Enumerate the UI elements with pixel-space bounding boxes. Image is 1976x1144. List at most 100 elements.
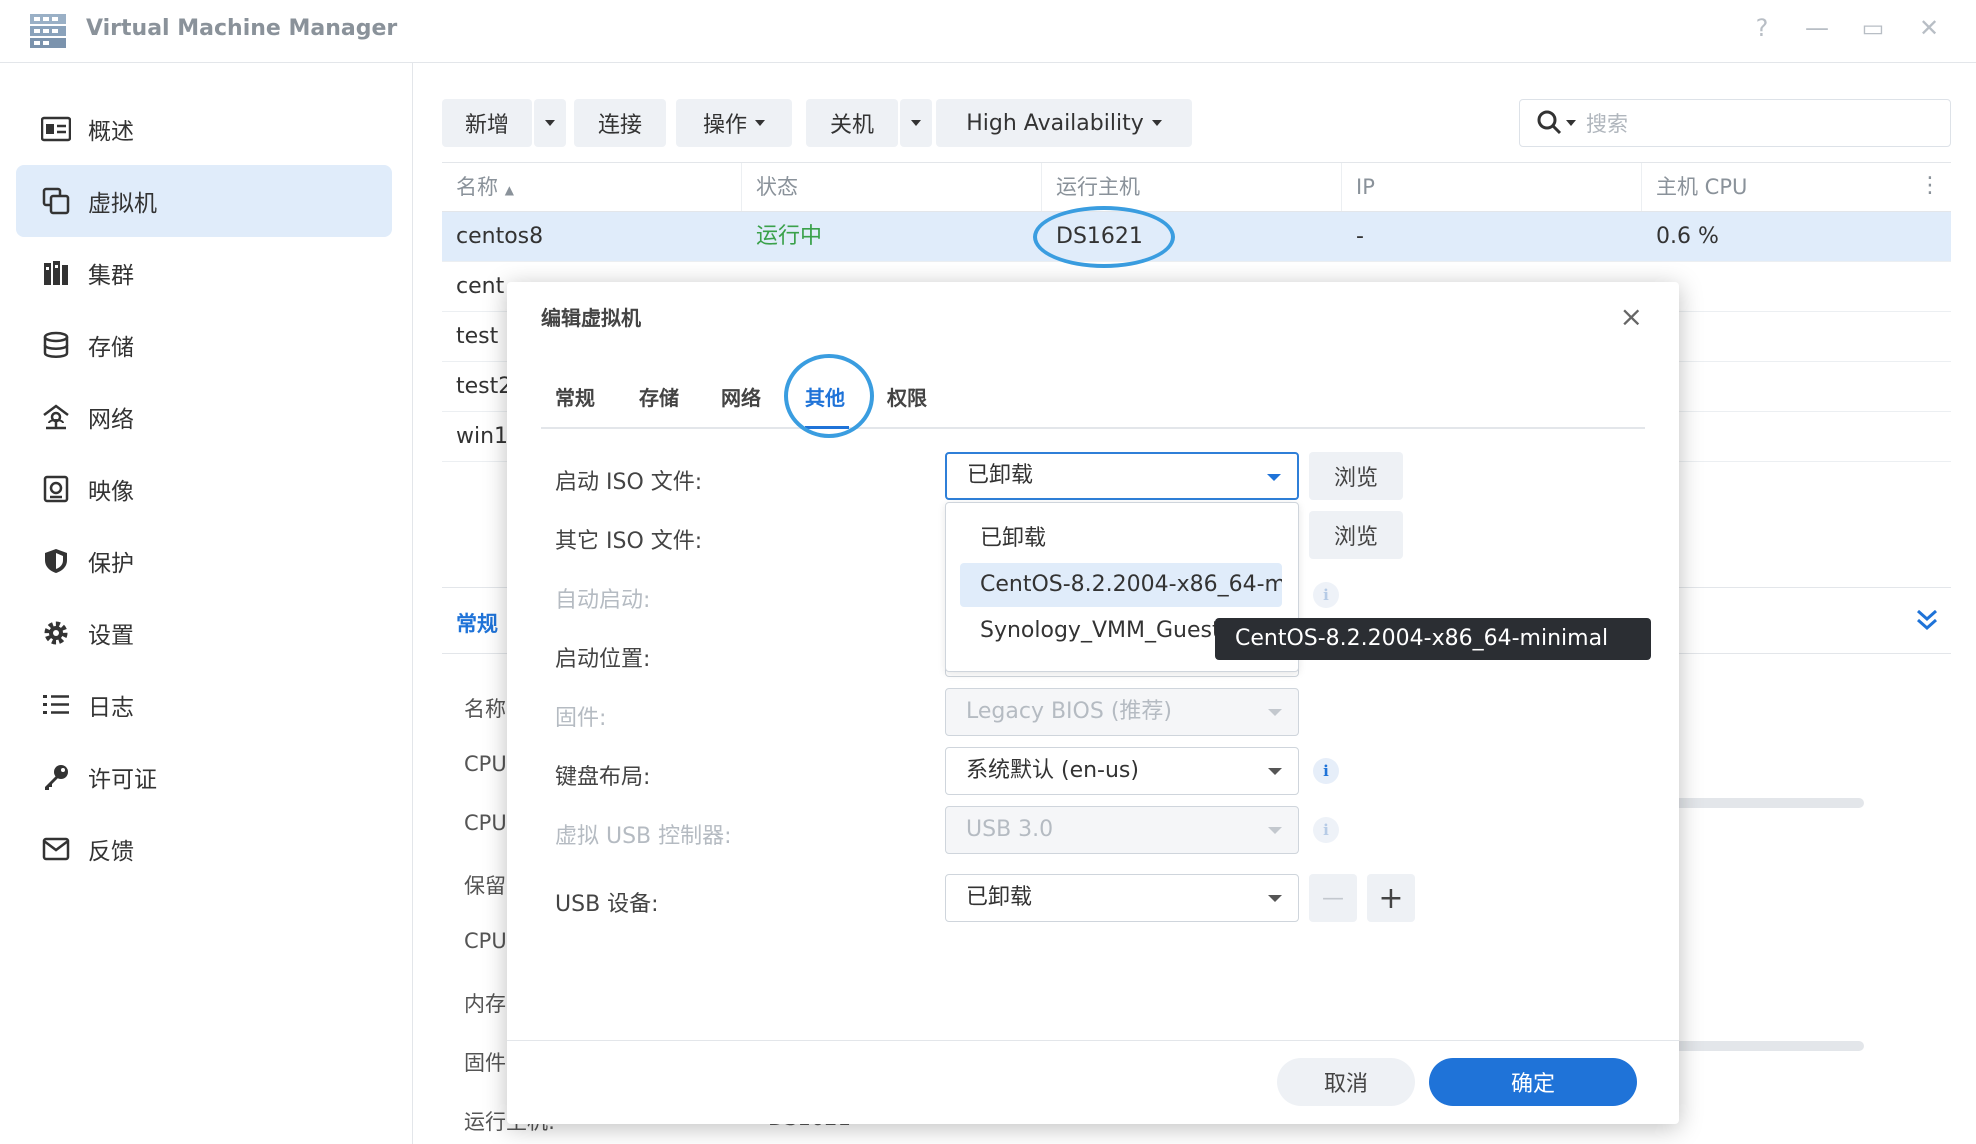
detail-label: 固件: [464, 1051, 506, 1075]
key-icon: [40, 761, 72, 793]
search-input[interactable]: 搜索: [1519, 99, 1951, 147]
status-badge: 运行中: [756, 224, 823, 249]
sidebar-item-settings[interactable]: 设置: [16, 597, 392, 669]
chevron-down-icon: [1268, 768, 1282, 775]
boot-iso-value: 已卸载: [967, 463, 1034, 488]
tab-permissions[interactable]: 权限: [887, 382, 927, 411]
maximize-button[interactable]: ▭: [1858, 14, 1888, 42]
sidebar-item-log[interactable]: 日志: [16, 669, 392, 741]
detail-label: CPU: [464, 929, 507, 953]
app-title: Virtual Machine Manager: [86, 16, 398, 41]
chevron-down-icon: [1267, 474, 1281, 481]
detail-label: CPU: [464, 752, 507, 776]
dropdown-option[interactable]: 已卸载: [960, 517, 1282, 561]
dropdown-option[interactable]: CentOS-8.2.2004-x86_64-minimal: [960, 563, 1282, 607]
sidebar-item-license[interactable]: 许可证: [16, 741, 392, 813]
other-iso-label: 其它 ISO 文件:: [555, 529, 703, 554]
sidebar-item-image[interactable]: 映像: [16, 453, 392, 525]
column-header-cpu[interactable]: 主机 CPU: [1642, 163, 1922, 211]
chevron-down-icon: [911, 120, 921, 126]
gear-icon: [40, 617, 72, 649]
sidebar-item-label: 网络: [88, 407, 134, 433]
ha-label: High Availability: [966, 110, 1144, 136]
sidebar-item-overview[interactable]: 概述: [16, 93, 392, 165]
usb-controller-select: USB 3.0: [945, 806, 1299, 854]
tab-other[interactable]: 其他: [805, 382, 845, 411]
tab-storage[interactable]: 存储: [639, 382, 679, 411]
app-logo-icon: [30, 14, 66, 48]
sidebar-item-label: 设置: [88, 623, 134, 649]
shutdown-button[interactable]: 关机: [806, 99, 898, 147]
table-row[interactable]: centos8 运行中 DS1621 - 0.6 %: [442, 212, 1951, 262]
overview-icon: [40, 113, 72, 145]
detail-tab-general[interactable]: 常规: [456, 608, 498, 638]
add-button[interactable]: 新增: [442, 99, 532, 147]
connect-button[interactable]: 连接: [574, 99, 666, 147]
sidebar-item-label: 概述: [88, 119, 134, 145]
sidebar-item-label: 集群: [88, 263, 134, 289]
detail-label: 保留: [464, 874, 506, 898]
browse-boot-iso-button[interactable]: 浏览: [1309, 452, 1403, 500]
vm-ip: -: [1356, 224, 1364, 249]
keyboard-label: 键盘布局:: [555, 765, 651, 790]
search-icon: [1537, 110, 1562, 135]
vm-name: test: [456, 324, 499, 349]
column-header-status[interactable]: 状态: [742, 163, 1042, 211]
boot-iso-select[interactable]: 已卸载: [945, 452, 1299, 500]
chevron-down-icon: [1268, 827, 1282, 834]
sidebar-item-protection[interactable]: 保护: [16, 525, 392, 597]
tab-general[interactable]: 常规: [555, 382, 595, 411]
usb-device-select[interactable]: 已卸载: [945, 874, 1299, 922]
sidebar-item-label: 保护: [88, 551, 134, 577]
cancel-button[interactable]: 取消: [1277, 1058, 1415, 1106]
close-icon[interactable]: ×: [1620, 300, 1643, 333]
column-header-ip[interactable]: IP: [1342, 163, 1642, 211]
add-dropdown-button[interactable]: [534, 99, 566, 147]
boot-order-label: 启动位置:: [555, 647, 651, 672]
firmware-value: Legacy BIOS (推荐): [966, 699, 1172, 724]
dialog-title: 编辑虚拟机: [541, 306, 641, 330]
add-usb-button[interactable]: +: [1367, 874, 1415, 922]
sidebar-item-cluster[interactable]: 集群: [16, 237, 392, 309]
help-button[interactable]: ?: [1747, 14, 1777, 42]
sidebar-item-vm[interactable]: 虚拟机: [16, 165, 392, 237]
info-icon[interactable]: i: [1313, 758, 1339, 784]
info-icon[interactable]: i: [1313, 817, 1339, 843]
vm-name: cent: [456, 274, 505, 299]
divider: [541, 427, 1645, 429]
chevron-down-icon: [545, 120, 555, 126]
action-button[interactable]: 操作: [676, 99, 792, 147]
ok-button[interactable]: 确定: [1429, 1058, 1637, 1106]
vm-name: win1: [456, 424, 509, 449]
high-availability-button[interactable]: High Availability: [936, 99, 1192, 147]
minimize-button[interactable]: —: [1802, 14, 1832, 42]
info-icon[interactable]: i: [1313, 582, 1339, 608]
cluster-icon: [40, 257, 72, 289]
vm-name: centos8: [456, 224, 544, 249]
chevron-down-icon: [1268, 709, 1282, 716]
autostart-label: 自动启动:: [555, 588, 651, 613]
column-menu-icon[interactable]: ⋮: [1919, 173, 1941, 198]
close-window-button[interactable]: ✕: [1914, 14, 1944, 42]
tab-network[interactable]: 网络: [721, 382, 761, 411]
firmware-select: Legacy BIOS (推荐): [945, 688, 1299, 736]
active-tab-indicator: [805, 426, 849, 429]
column-header-host[interactable]: 运行主机: [1042, 163, 1342, 211]
sidebar-item-feedback[interactable]: 反馈: [16, 813, 392, 885]
sidebar-item-network[interactable]: 网络: [16, 381, 392, 453]
column-label: 名称: [456, 175, 498, 199]
shutdown-dropdown-button[interactable]: [900, 99, 932, 147]
collapse-icon[interactable]: [1912, 605, 1942, 635]
chevron-down-icon: [1268, 895, 1282, 902]
mail-icon: [40, 833, 72, 865]
browse-other-iso-button[interactable]: 浏览: [1309, 511, 1403, 559]
title-bar: Virtual Machine Manager ? — ▭ ✕: [0, 0, 1976, 63]
vm-host: DS1621: [1056, 224, 1143, 249]
action-label: 操作: [702, 113, 747, 138]
keyboard-value: 系统默认 (en-us): [966, 758, 1139, 783]
remove-usb-button[interactable]: —: [1309, 874, 1357, 922]
sidebar-item-storage[interactable]: 存储: [16, 309, 392, 381]
network-icon: [40, 401, 72, 433]
keyboard-select[interactable]: 系统默认 (en-us): [945, 747, 1299, 795]
column-header-name[interactable]: 名称 ▲: [442, 163, 742, 211]
